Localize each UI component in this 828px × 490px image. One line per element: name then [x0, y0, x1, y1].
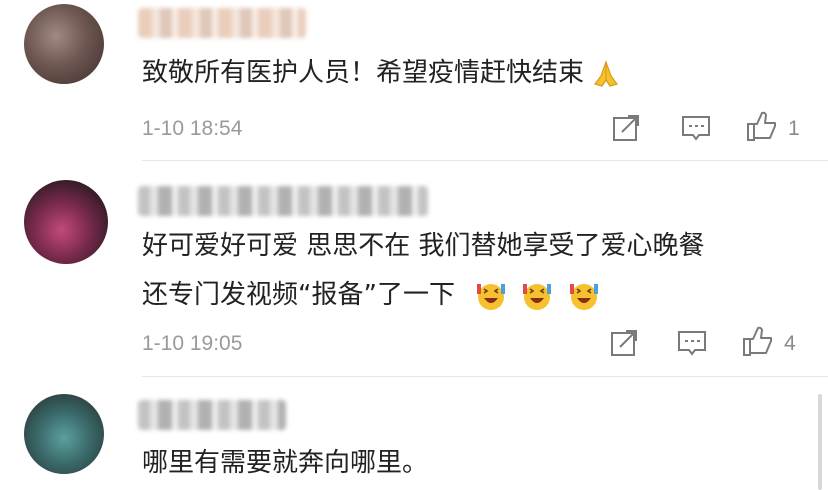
comment-timestamp: 1-10 18:54: [142, 117, 243, 140]
comment-icon[interactable]: [680, 112, 712, 144]
comment-item: 好可爱好可爱 思思不在 我们替她享受了爱心晚餐 还专门发视频“报备”了一下 1-…: [0, 160, 828, 380]
comment-text-line: 还专门发视频“报备”了一下: [142, 272, 600, 318]
avatar[interactable]: [24, 180, 108, 264]
divider: [142, 376, 828, 377]
scrollbar[interactable]: [818, 394, 822, 490]
comment-text: 哪里有需要就奔向哪里。: [142, 448, 429, 478]
comment-item: 致敬所有医护人员！希望疫情赶快结束 1-10 18:54 1: [0, 0, 828, 161]
like-count: 1: [788, 117, 800, 140]
username-blurred[interactable]: [138, 400, 286, 430]
username-blurred[interactable]: [138, 186, 428, 216]
laughing-emoji: [521, 280, 553, 312]
comment-timestamp: 1-10 19:05: [142, 332, 243, 355]
like-count: 4: [784, 332, 796, 355]
laughing-emoji: [568, 280, 600, 312]
comment-text: 致敬所有医护人员！希望疫情赶快结束: [142, 50, 622, 96]
praying-hands-emoji: [590, 58, 622, 90]
thumbs-up-icon[interactable]: [742, 325, 774, 357]
avatar[interactable]: [24, 394, 104, 474]
comment-item: 哪里有需要就奔向哪里。: [0, 380, 828, 490]
comment-text-line: 好可爱好可爱 思思不在 我们替她享受了爱心晚餐: [142, 231, 705, 261]
share-icon[interactable]: [610, 112, 642, 144]
username-blurred[interactable]: [138, 8, 306, 38]
comment-icon[interactable]: [676, 327, 708, 359]
avatar[interactable]: [24, 4, 104, 84]
laughing-emoji: [475, 280, 507, 312]
thumbs-up-icon[interactable]: [746, 110, 778, 142]
share-icon[interactable]: [608, 327, 640, 359]
